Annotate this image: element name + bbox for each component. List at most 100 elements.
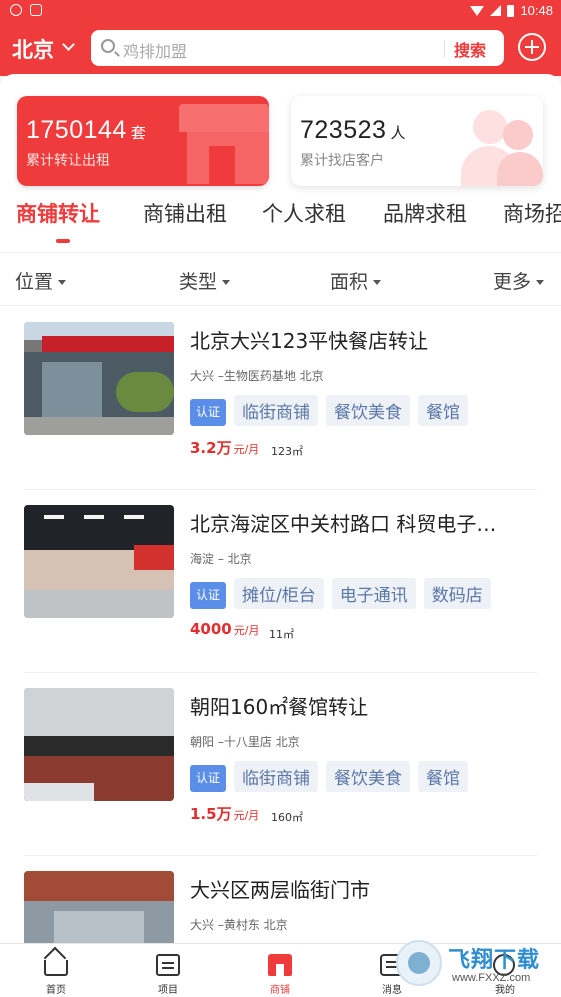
tab-indicator [56, 239, 70, 243]
listing-title[interactable]: 北京海淀区中关村路口 科贸电子… [190, 508, 545, 537]
listing-photo[interactable] [24, 871, 174, 943]
verified-badge: 认证 [190, 582, 227, 609]
status-time: 10:48 [520, 3, 553, 18]
storefront-icon [268, 954, 292, 976]
stat-label: 累计找店客户 [300, 153, 384, 169]
listing-price: 4000 元/月 [190, 620, 259, 638]
listing-title[interactable]: 大兴区两层临街门市 [190, 874, 545, 903]
stat-card-transfer[interactable]: 1750144 套 累计转让出租 [17, 96, 269, 186]
filter-label: 更多 [493, 271, 532, 293]
search-button[interactable]: 搜索 [454, 37, 486, 61]
listing-tag: 电子通讯 [331, 578, 416, 609]
listing-tag: 餐饮美食 [326, 761, 411, 792]
nav-label: 首页 [46, 985, 66, 996]
filter-label: 位置 [15, 271, 54, 293]
tab-brand-seek[interactable]: 品牌求租 [383, 198, 467, 228]
watermark-url: www.FXXZ.com [452, 972, 531, 984]
tab-shop-transfer[interactable]: 商铺转让 [16, 198, 100, 228]
filter-location[interactable]: 位置 [15, 267, 67, 294]
filter-bar: 位置 类型 面积 更多 [0, 252, 561, 306]
filter-type[interactable]: 类型 [179, 267, 231, 294]
price-unit: 元/月 [233, 443, 260, 456]
stat-unit: 套 [130, 125, 147, 142]
tab-shop-rent[interactable]: 商铺出租 [143, 198, 227, 228]
nav-label: 商铺 [270, 985, 290, 996]
listing-tag: 摊位/柜台 [234, 578, 324, 609]
tab-mall[interactable]: 商场招 [503, 198, 561, 228]
nav-label: 项目 [158, 985, 178, 996]
search-bar[interactable]: 鸡排加盟 搜索 [91, 30, 504, 66]
listing-tag: 临街商铺 [234, 395, 319, 426]
listing-photo[interactable] [24, 688, 174, 801]
listing-location: 大兴 –黄村东 北京 [190, 918, 288, 932]
add-icon[interactable] [518, 33, 546, 61]
listing-area: 160㎡ [271, 811, 303, 824]
nav-home[interactable]: 首页 [0, 944, 112, 997]
listing-tags: 认证 临街商铺 餐饮美食 餐馆 [190, 395, 469, 426]
listing-location: 朝阳 –十八里店 北京 [190, 735, 300, 749]
home-icon [44, 960, 68, 976]
wifi-icon [470, 5, 485, 16]
listing-location: 大兴 –生物医药基地 北京 [190, 369, 324, 383]
people-icon [453, 104, 543, 186]
listing-tag: 餐饮美食 [326, 395, 411, 426]
verified-badge: 认证 [190, 765, 227, 792]
listing-list: 北京大兴123平快餐店转让 大兴 –生物医药基地 北京 认证 临街商铺 餐饮美食… [0, 307, 561, 943]
search-icon [101, 39, 115, 53]
listing-tag: 临街商铺 [234, 761, 319, 792]
listing-tag: 餐馆 [418, 761, 469, 792]
listing-item[interactable]: 北京海淀区中关村路口 科贸电子… 海淀 – 北京 认证 摊位/柜台 电子通讯 数… [0, 490, 561, 673]
stat-unit: 人 [390, 125, 406, 142]
stat-value: 723523 [300, 116, 387, 144]
battery-icon [507, 4, 515, 17]
nav-shops[interactable]: 商铺 [224, 944, 336, 997]
search-input[interactable]: 鸡排加盟 [123, 38, 187, 62]
price-value: 4000 [190, 620, 232, 638]
stat-card-customers[interactable]: 723523 人 累计找店客户 [291, 96, 543, 186]
filter-area[interactable]: 面积 [330, 267, 382, 294]
listing-title[interactable]: 北京大兴123平快餐店转让 [190, 325, 545, 354]
status-system-icons: 10:48 [470, 3, 553, 18]
price-unit: 元/月 [233, 809, 260, 822]
listing-item[interactable]: 北京大兴123平快餐店转让 大兴 –生物医药基地 北京 认证 临街商铺 餐饮美食… [0, 307, 561, 490]
caret-down-icon [222, 280, 231, 285]
filter-label: 类型 [179, 271, 218, 293]
stat-number: 1750144 套 [26, 116, 146, 145]
stat-value: 1750144 [26, 116, 127, 144]
price-value: 3.2万 [190, 439, 232, 457]
listing-item[interactable]: 大兴区两层临街门市 大兴 –黄村东 北京 [0, 856, 561, 943]
notification-icon [10, 4, 22, 16]
status-notification-icons [10, 4, 42, 16]
listing-photo[interactable] [24, 322, 174, 435]
stat-label: 累计转让出租 [26, 153, 110, 169]
signal-icon [490, 5, 502, 16]
listing-photo[interactable] [24, 505, 174, 618]
listing-tags: 认证 摊位/柜台 电子通讯 数码店 [190, 578, 491, 609]
caret-down-icon [536, 280, 545, 285]
app-notification-icon [30, 4, 42, 16]
listing-item[interactable]: 朝阳160㎡餐馆转让 朝阳 –十八里店 北京 认证 临街商铺 餐饮美食 餐馆 1… [0, 673, 561, 856]
chevron-down-icon[interactable] [62, 38, 75, 51]
listing-title[interactable]: 朝阳160㎡餐馆转让 [190, 691, 545, 720]
verified-badge: 认证 [190, 399, 227, 426]
stat-number: 723523 人 [300, 116, 406, 145]
listing-area: 11㎡ [269, 628, 294, 641]
watermark-name: 飞翔下载 [448, 948, 541, 973]
filter-more[interactable]: 更多 [493, 267, 545, 294]
watermark: 飞翔下载 www.FXXZ.com [392, 938, 557, 994]
category-tabs: 商铺转让 商铺出租 个人求租 品牌求租 商场招 [0, 198, 561, 242]
price-unit: 元/月 [233, 624, 260, 637]
listing-location: 海淀 – 北京 [190, 552, 252, 566]
listing-price: 3.2万 元/月 [190, 437, 259, 458]
filter-label: 面积 [330, 271, 369, 293]
nav-projects[interactable]: 项目 [112, 944, 224, 997]
caret-down-icon [373, 280, 382, 285]
city-selector[interactable]: 北京 [12, 34, 54, 64]
listing-tag: 数码店 [423, 578, 491, 609]
storefront-icon [179, 104, 269, 184]
listing-price: 1.5万 元/月 [190, 803, 259, 824]
caret-down-icon [58, 280, 67, 285]
watermark-logo [396, 940, 442, 986]
tab-personal-seek[interactable]: 个人求租 [262, 198, 346, 228]
briefcase-icon [156, 954, 180, 976]
